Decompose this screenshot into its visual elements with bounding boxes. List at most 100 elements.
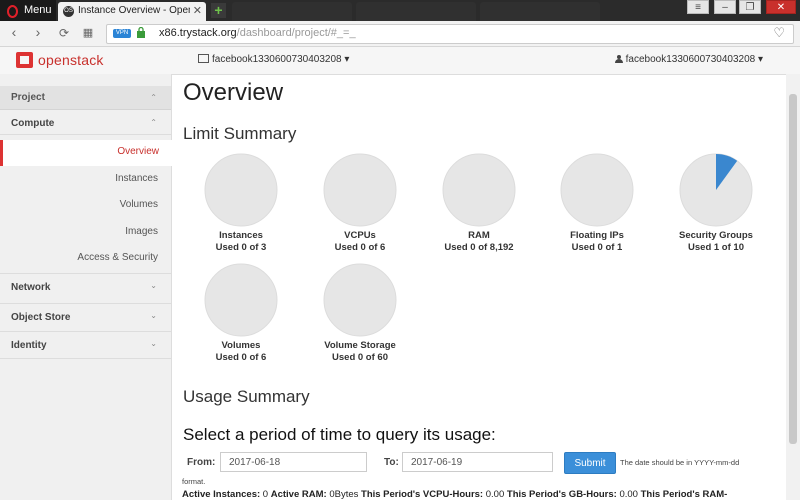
address-bar: ‹ › ⟳ ▦ VPN x86.trystack.org/dashboard/p… [0,21,800,47]
active-ram-label: Active RAM: [270,489,327,500]
sidebar-project[interactable]: Project ⌃ [0,86,171,110]
limit-caption: Security Groups Used 1 of 10 [661,230,771,254]
url-field[interactable]: VPN x86.trystack.org/dashboard/project/#… [106,24,794,44]
limit-usage: Used 0 of 6 [334,242,386,253]
new-tab-button[interactable]: + [211,3,226,18]
limit-pie-chart [323,153,397,227]
limit-pie-chart [560,153,634,227]
url-path: /dashboard/project/#_=_ [236,27,356,39]
sidebar-object-store[interactable]: Object Store ⌄ [0,303,171,331]
limit-pie-chart [679,153,753,227]
back-icon[interactable]: ‹ [6,24,22,40]
limit-summary-heading: Limit Summary [183,124,297,143]
sidebar-item-overview[interactable]: Overview [0,140,172,166]
openstack-logo-icon[interactable] [16,52,33,68]
user-menu-label: facebook1330600730403208 ▾ [625,54,763,65]
limit-caption: Instances Used 0 of 3 [186,230,296,254]
speed-dial-icon[interactable]: ▦ [80,26,96,39]
vcpu-hours-value: 0.00 [485,489,505,500]
chevron-down-icon: ⌄ [150,339,157,348]
maximize-icon[interactable]: ❐ [739,0,761,14]
sidebar-identity[interactable]: Identity ⌄ [0,331,171,359]
limit-name: Floating IPs [570,230,624,241]
sidebar-item-images[interactable]: Images [0,220,171,246]
usage-stats-line: Active Instances: 0 Active RAM: 0Bytes T… [182,489,727,500]
background-tab[interactable] [356,2,476,21]
scrollbar-thumb[interactable] [789,94,797,444]
forward-icon[interactable]: › [30,24,46,40]
pie-background [560,153,634,227]
pie-background [442,153,516,227]
to-date-input[interactable] [402,452,553,472]
limit-pie-chart [204,153,278,227]
gb-hours-value: 0.00 [619,489,638,500]
sidebar: Project ⌃ Compute ⌃ Overview Instances V… [0,74,172,500]
chevron-up-icon: ⌃ [150,118,157,127]
close-window-icon[interactable]: ✕ [766,0,796,14]
active-instances-label: Active Instances: [182,489,261,500]
tabs-overview-icon[interactable]: ≡ [687,0,709,14]
pie-background [323,263,397,337]
gb-hours-label: This Period's GB-Hours: [506,489,617,500]
main-content: Overview Limit Summary Instances Used 0 o… [171,74,800,500]
sidebar-item-label: Overview [117,146,159,157]
page-scrollbar[interactable] [786,74,800,500]
url-host: x86.trystack.org [159,27,237,39]
to-label: To: [384,457,399,468]
limit-caption: Volumes Used 0 of 6 [186,340,296,364]
background-tab[interactable] [480,2,600,21]
limit-name: Volumes [221,340,261,351]
sidebar-item-label: Volumes [119,199,158,210]
from-date-input[interactable] [220,452,367,472]
sidebar-compute-label: Compute [11,118,55,129]
limit-caption: Floating IPs Used 0 of 1 [542,230,652,254]
sidebar-item-instances[interactable]: Instances [0,167,171,193]
limit-name: VCPUs [344,230,376,241]
opera-menu-button[interactable]: Menu [0,0,56,21]
sidebar-item-access-security[interactable]: Access & Security [0,246,171,272]
limit-pie-chart [323,263,397,337]
sidebar-item-volumes[interactable]: Volumes [0,193,171,219]
from-label: From: [187,457,216,468]
browser-tab-bar: Menu OS Instance Overview - Opens ✕ + ≡ … [0,0,800,21]
sidebar-item-label: Instances [115,173,158,184]
close-tab-icon[interactable]: ✕ [193,4,202,17]
project-selector[interactable]: facebook1330600730403208 ▾ [198,54,349,65]
bookmark-heart-icon[interactable]: ♡ [773,25,785,41]
active-ram-value: 0Bytes [329,489,359,500]
chevron-down-icon: ⌄ [150,281,157,290]
submit-button[interactable]: Submit [564,452,616,474]
chevron-up-icon: ⌃ [150,93,157,102]
sidebar-section-label: Identity [11,340,47,351]
minimize-icon[interactable]: – [714,0,736,14]
project-icon [198,54,209,63]
sidebar-compute[interactable]: Compute ⌃ [0,111,171,135]
pie-background [204,263,278,337]
limit-name: Security Groups [679,230,753,241]
menu-label: Menu [24,4,52,16]
background-tab[interactable] [232,2,352,21]
limit-usage: Used 0 of 8,192 [444,242,514,253]
pie-background [204,153,278,227]
sidebar-network[interactable]: Network ⌄ [0,273,171,301]
openstack-header: openstack facebook1330600730403208 ▾ fac… [0,47,800,75]
tab-instance-overview[interactable]: OS Instance Overview - Opens ✕ [58,2,206,21]
vpn-badge[interactable]: VPN [113,29,131,38]
active-instances-value: 0 [262,489,269,500]
sidebar-item-label: Images [125,226,158,237]
tab-title: Instance Overview - Opens [78,5,190,16]
reload-icon[interactable]: ⟳ [56,26,72,40]
limit-name: Volume Storage [324,340,396,351]
lock-icon[interactable] [137,27,145,38]
user-menu[interactable]: facebook1330600730403208 ▾ [614,54,763,65]
url-text: x86.trystack.org/dashboard/project/#_=_ [159,27,356,39]
vcpu-hours-label: This Period's VCPU-Hours: [361,489,484,500]
sidebar-section-label: Network [11,282,51,293]
user-icon [614,55,623,63]
limit-usage: Used 0 of 6 [215,352,267,363]
brand-name[interactable]: openstack [38,52,104,68]
date-format-hint-end: format. [182,477,206,486]
limit-usage: Used 0 of 3 [215,242,267,253]
limit-caption: RAM Used 0 of 8,192 [424,230,534,254]
chevron-down-icon: ⌄ [150,311,157,320]
